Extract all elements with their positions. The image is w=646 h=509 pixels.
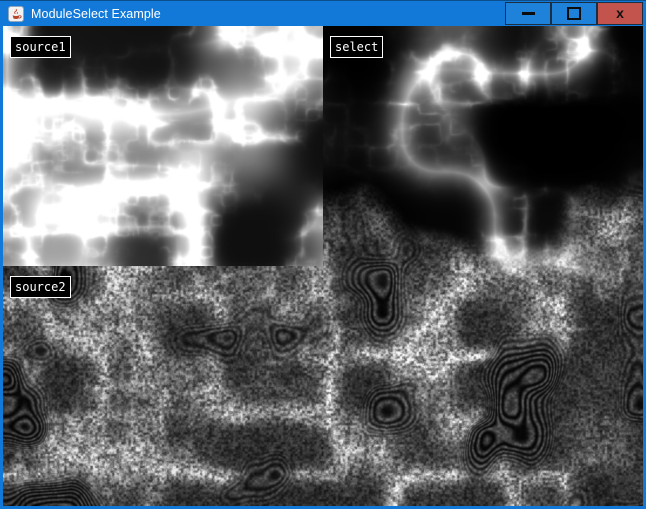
source1-label: source1 — [10, 36, 71, 58]
java-coffee-cup-icon — [8, 6, 24, 22]
titlebar: ModuleSelect Example x — [0, 0, 646, 26]
window-title: ModuleSelect Example — [31, 7, 161, 21]
app-window: ModuleSelect Example x source1 select so… — [0, 0, 646, 509]
minimize-icon — [522, 12, 535, 15]
close-button[interactable]: x — [597, 2, 643, 25]
minimize-button[interactable] — [505, 2, 551, 25]
noise-render-area: source1 select source2 — [3, 26, 643, 506]
source2-panel-canvas — [3, 266, 323, 506]
window-controls: x — [505, 1, 643, 27]
select-label: select — [330, 36, 383, 58]
maximize-button[interactable] — [551, 2, 597, 25]
close-icon: x — [616, 6, 624, 20]
source1-panel-canvas — [3, 26, 323, 266]
source2-label: source2 — [10, 276, 71, 298]
maximize-icon — [567, 7, 581, 20]
